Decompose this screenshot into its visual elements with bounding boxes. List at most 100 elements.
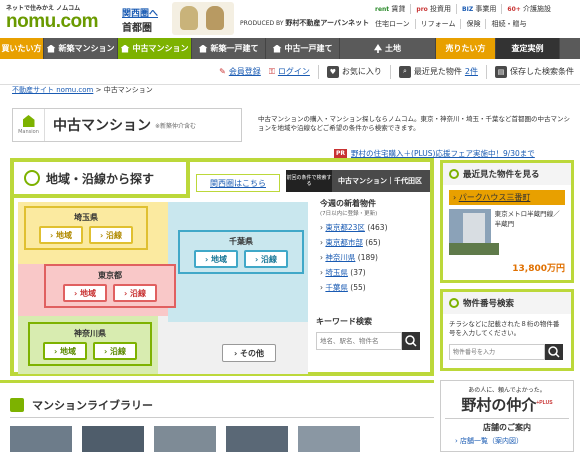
nav-label: 中古一戸建て (284, 44, 333, 53)
produced-by: PRODUCED BY 野村不動産アーバンネット (240, 18, 369, 28)
property-number-search-button[interactable] (545, 344, 563, 360)
saitama-line-button[interactable]: › 沿線 (89, 226, 133, 244)
recent-properties-header[interactable]: 最近見た物件を見る (443, 163, 571, 185)
kansai-region-link[interactable]: 関西圏へ (122, 6, 162, 19)
save-icon: ▤ (495, 65, 507, 78)
previous-search-label: 前回の条件で検索する (286, 170, 332, 192)
heart-icon: ♥ (326, 65, 339, 78)
region-map: 埼玉県 › 地域 › 沿線 東京都 › 地域 › 沿線 千葉県 › 地域 › 沿… (18, 202, 308, 374)
new-listing-count: (55) (350, 283, 366, 292)
library-thumb[interactable] (298, 426, 360, 452)
main-nav: 買いたい方 新築マンション 中古マンション 新築一戸建て 中古一戸建て 土地 売… (0, 38, 580, 59)
new-listing-item[interactable]: › 千葉県 (55) (320, 280, 430, 295)
property-number-input[interactable] (449, 344, 545, 360)
new-listing-link: 東京都市部 (325, 238, 363, 247)
service-insurance-link[interactable]: 保険 (460, 19, 485, 29)
saitama-area-button[interactable]: › 地域 (39, 226, 83, 244)
key-icon: ⚿ (268, 66, 275, 76)
page-title: 中古マンション (53, 117, 151, 133)
user-bar: ✎ 会員登録 ⚿ ログイン ♥ お気に入り ⌕ 最近見た物件 2件 ▤ 保存した検索条件 (0, 59, 580, 85)
area-search-panel: 地域・沿線から探す 関西圏はこちら 前回の条件で検索する 中古マンション｜千代田… (10, 158, 434, 376)
new-listing-item[interactable]: › 埼玉県 (37) (320, 265, 430, 280)
store-guide-title: 店舗のご案内 (445, 418, 569, 433)
pref-name: 神奈川県 (74, 329, 106, 338)
kansai-label: 関西圏はこちら (210, 178, 266, 188)
ad-brand-sup: +PLUS (536, 400, 553, 406)
divider (486, 64, 487, 79)
new-listing-count: (37) (350, 268, 366, 277)
house-icon (198, 44, 208, 53)
saved-label: 保存した検索条件 (510, 67, 574, 76)
property-price: 13,800万円 (512, 264, 565, 274)
service-biz-link[interactable]: BIZ 事業用 (456, 4, 501, 14)
new-listing-link: 東京都23区 (325, 223, 365, 232)
new-listing-item[interactable]: › 東京都23区 (463) (320, 220, 430, 235)
nav-label: 中古マンション (132, 44, 189, 53)
recent-button[interactable]: ⌕ 最近見た物件 2件 (398, 65, 478, 78)
search-icon (449, 298, 459, 308)
building-icon (120, 44, 130, 53)
pref-kanagawa: 神奈川県 › 地域 › 沿線 (28, 322, 152, 366)
nav-label: 査定実例 (511, 44, 544, 53)
mansion-library-header: マンションライブラリー (10, 392, 434, 418)
pr-tag: PR (334, 149, 348, 158)
nav-used-mansion[interactable]: 中古マンション (118, 38, 192, 59)
keyword-search-button[interactable] (402, 332, 420, 350)
mansion-icon: Mansion (13, 109, 45, 141)
chiba-line-button[interactable]: › 沿線 (244, 250, 288, 268)
previous-search-button[interactable]: 前回の条件で検索する 中古マンション｜千代田区 (286, 170, 430, 192)
nav-land[interactable]: 土地 (340, 38, 436, 59)
site-logo[interactable]: ネットで住みかえ ノムコム nomu.com (6, 3, 99, 32)
rent-label: 賃貸 (391, 5, 406, 13)
new-listing-count: (463) (367, 223, 388, 232)
chiba-area-button[interactable]: › 地域 (194, 250, 238, 268)
right-column: 最近見た物件を見る › パークハウス三番町 東京メトロ半蔵門線／半蔵門 13,8… (440, 160, 574, 377)
kanagawa-line-button[interactable]: › 沿線 (93, 342, 137, 360)
nomura-broker-ad[interactable]: あの人に、頼んでよかった。 野村の仲介+PLUS 店舗のご案内 › 店舗一覧（案… (440, 380, 574, 452)
store-list-link[interactable]: › 店舗一覧（案内図） (445, 436, 569, 446)
nav-assess[interactable]: 査定実例 (496, 38, 560, 59)
register-link[interactable]: ✎ 会員登録 (219, 66, 261, 77)
nav-new-mansion[interactable]: 新築マンション (44, 38, 118, 59)
service-loan-link[interactable]: 住宅ローン (370, 19, 415, 29)
service-inherit-link[interactable]: 相続・贈与 (485, 19, 531, 29)
pref-name: 埼玉県 (74, 213, 98, 222)
nav-new-house[interactable]: 新築一戸建て (192, 38, 266, 59)
previous-search-value: 中古マンション｜千代田区 (338, 177, 422, 185)
property-photo[interactable] (449, 209, 499, 255)
pro-brand: pro (416, 6, 428, 13)
keyword-input[interactable] (316, 332, 402, 350)
book-icon (10, 397, 24, 412)
service-care-link[interactable]: 60+ 介護施設 (501, 4, 556, 14)
login-link[interactable]: ⚿ ログイン (269, 66, 310, 77)
nav-used-house[interactable]: 中古一戸建て (266, 38, 340, 59)
biz-label: 事業用 (475, 5, 497, 13)
service-rent-link[interactable]: rent 賃貸 (370, 4, 410, 14)
recent-property-link[interactable]: › パークハウス三番町 (449, 190, 565, 205)
kanagawa-area-button[interactable]: › 地域 (43, 342, 87, 360)
other-region-button[interactable]: › その他 (222, 344, 276, 362)
breadcrumb-home[interactable]: 不動産サイト nomu.com (12, 86, 93, 94)
new-listing-link: 神奈川県 (325, 253, 356, 262)
service-reform-link[interactable]: リフォーム (414, 19, 461, 29)
tokyo-area-button[interactable]: › 地域 (63, 284, 107, 302)
library-thumb[interactable] (154, 426, 216, 452)
page-title-box: Mansion 中古マンション ※新築仲介含む (12, 108, 242, 142)
pref-chiba: 千葉県 › 地域 › 沿線 (178, 230, 304, 274)
nav-label: 新築一戸建て (210, 44, 259, 53)
kansai-link[interactable]: 関西圏はこちら (196, 174, 280, 192)
breadcrumb-sep: > (95, 86, 102, 94)
new-listing-item[interactable]: › 東京都市部 (65) (320, 235, 430, 250)
new-listings: 今週の新着物件 (7日以内に登録・更新) › 東京都23区 (463) › 東京… (316, 198, 430, 308)
library-thumb[interactable] (10, 426, 72, 452)
favorites-button[interactable]: ♥ お気に入り (326, 65, 382, 78)
pref-tokyo: 東京都 › 地域 › 沿線 (44, 264, 176, 308)
library-thumb[interactable] (226, 426, 288, 452)
saved-search-button[interactable]: ▤ 保存した検索条件 (495, 65, 574, 78)
tokyo-line-button[interactable]: › 沿線 (113, 284, 157, 302)
service-pro-link[interactable]: pro 投資用 (410, 4, 456, 14)
tree-icon (374, 44, 382, 53)
library-thumb[interactable] (82, 426, 144, 452)
site-header: ネットで住みかえ ノムコム nomu.com 関西圏へ 首都圏 PRODUCED… (0, 0, 580, 38)
new-listing-item[interactable]: › 神奈川県 (189) (320, 250, 430, 265)
